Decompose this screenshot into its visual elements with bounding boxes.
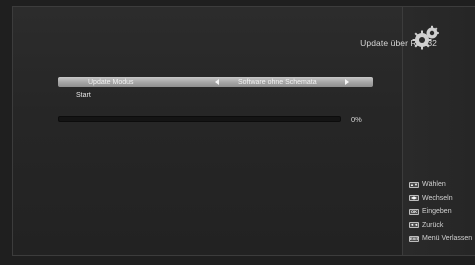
gear-logo-icon	[412, 25, 439, 50]
legend-item-wechseln: ◀▶ Wechseln	[409, 192, 472, 206]
arrow-right-icon[interactable]	[345, 78, 349, 85]
legend-label: Menü Verlassen	[422, 235, 473, 243]
update-modus-label: Update Modus	[88, 78, 134, 86]
progress-bar	[58, 116, 341, 122]
legend-item-zurueck: ◄◄ Zurück	[409, 219, 472, 233]
back-key-icon: ◄◄	[409, 222, 419, 229]
legend-label: Wählen	[422, 181, 446, 189]
help-legend: ▲▼ Wählen ◀▶ Wechseln OK Eingeben ◄◄ Zur…	[409, 178, 472, 246]
up-down-key-icon: ▲▼	[409, 181, 419, 188]
legend-item-waehlen: ▲▼ Wählen	[409, 178, 472, 192]
left-right-key-icon: ◀▶	[409, 195, 419, 202]
legend-label: Eingeben	[422, 208, 452, 216]
arrow-left-icon[interactable]	[215, 78, 219, 85]
legend-item-menu-verlassen: EXIT Menü Verlassen	[409, 232, 472, 246]
screen: Update über RS232 Update Modus Software …	[0, 0, 475, 265]
update-modus-value: Software ohne Schemata	[238, 78, 317, 86]
menu-panel	[12, 6, 403, 256]
legend-label: Zurück	[422, 221, 444, 229]
ok-key-icon: OK	[409, 208, 419, 215]
legend-item-eingeben: OK Eingeben	[409, 205, 472, 219]
progress-percent: 0%	[351, 115, 362, 124]
start-label: Start	[76, 91, 91, 99]
menu-item-update-modus[interactable]: Update Modus Software ohne Schemata	[58, 77, 373, 87]
menu-item-start[interactable]: Start	[58, 90, 373, 100]
legend-label: Wechseln	[422, 194, 453, 202]
exit-key-icon: EXIT	[409, 235, 419, 242]
